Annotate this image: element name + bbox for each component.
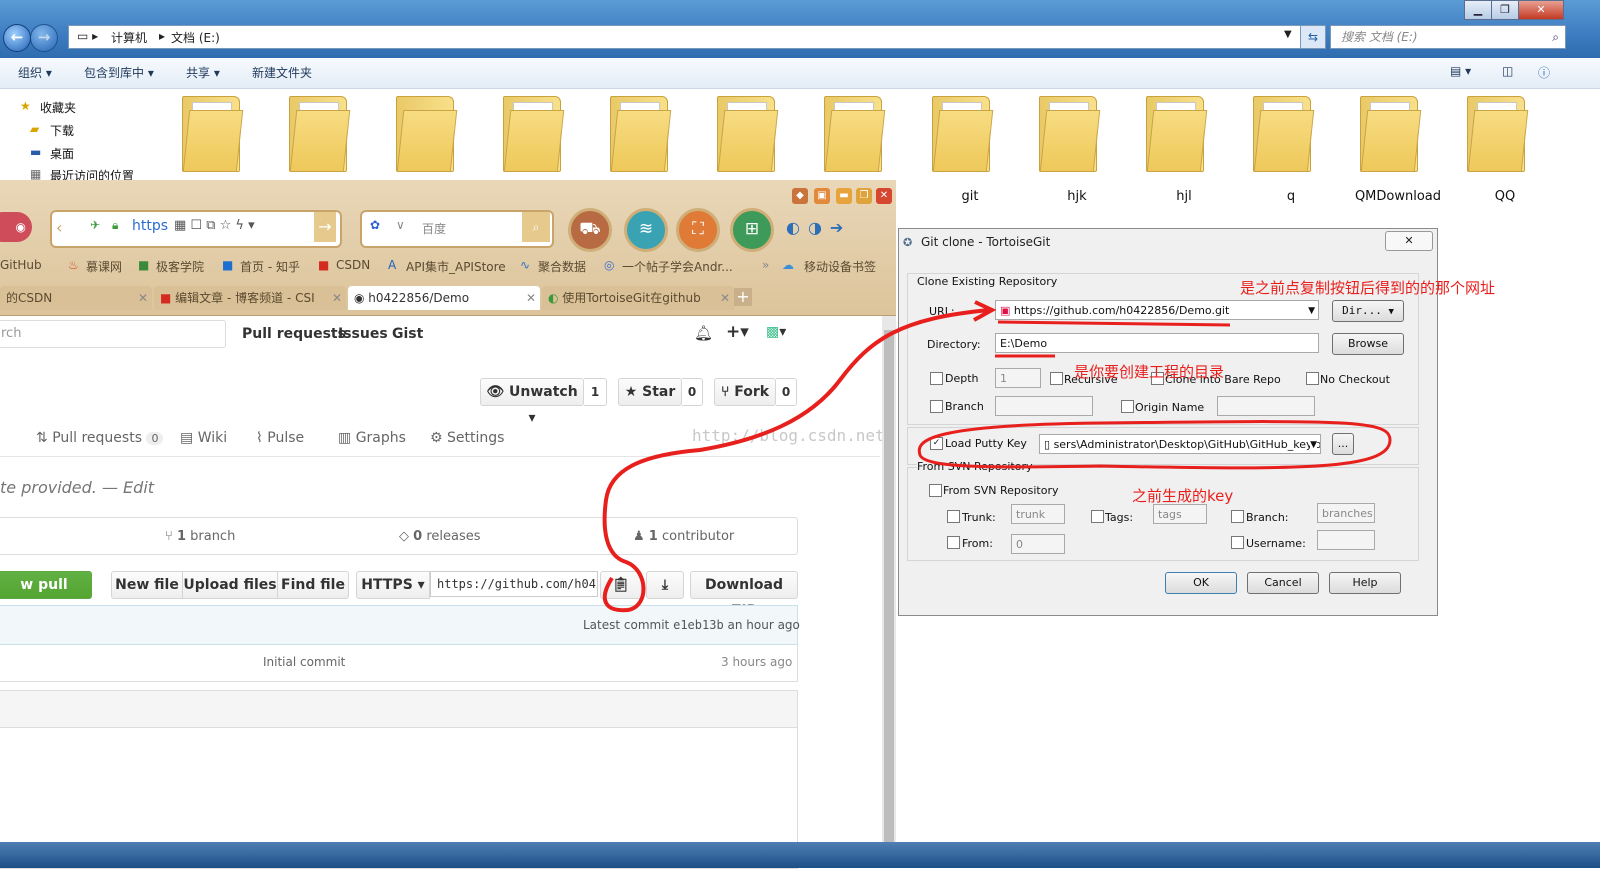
annotation-underline (997, 320, 1231, 327)
annotation-arrow (602, 308, 991, 613)
url-annotation: 是之前点复制按钮后得到的的那个网址 (1240, 279, 1496, 297)
annotation-circle (917, 420, 1392, 470)
key-annotation: 之前生成的key (1132, 487, 1234, 505)
annotation-overlay (602, 300, 1392, 613)
taskbar (0, 842, 1600, 868)
dir-annotation: 是你要创建工程的目录 (1074, 363, 1225, 381)
